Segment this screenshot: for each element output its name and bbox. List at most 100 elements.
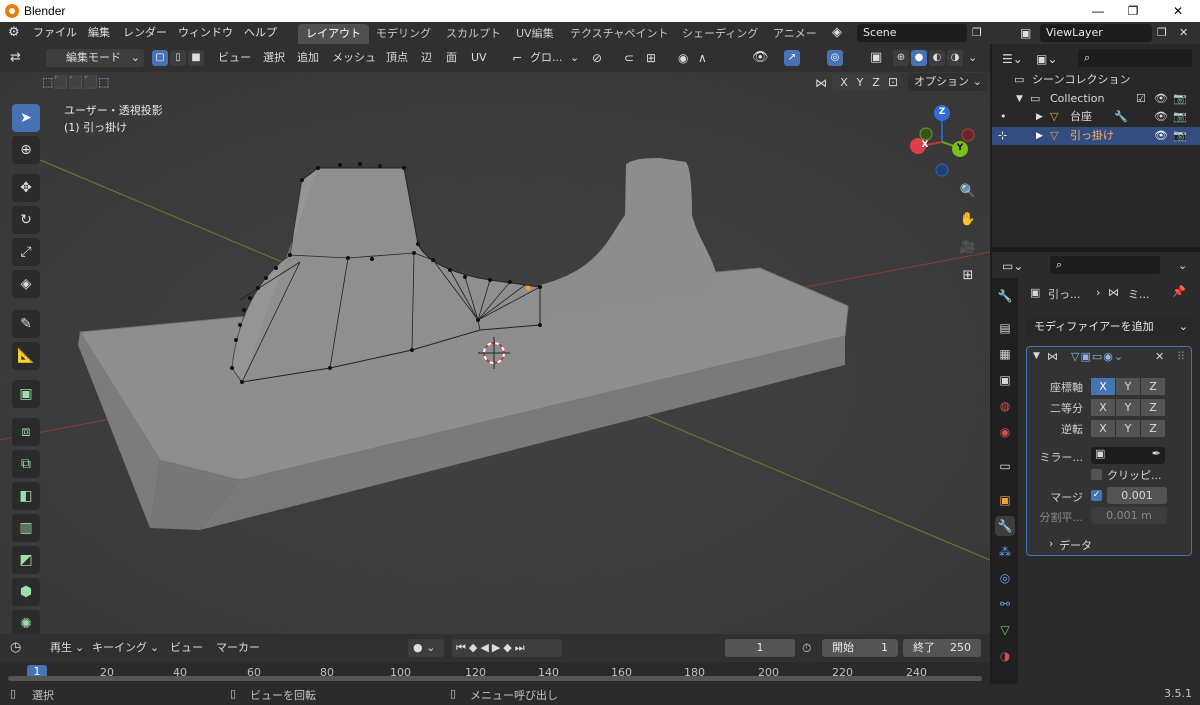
mirror-z-toggle[interactable]: Z — [864, 74, 888, 91]
start-frame-field[interactable]: 開始 1 — [822, 639, 898, 657]
bisect-z-toggle[interactable]: Z — [1141, 399, 1165, 416]
face-select-icon[interactable]: ■ — [188, 50, 204, 66]
flip-y-toggle[interactable]: Y — [1116, 420, 1140, 437]
tab-texture-paint[interactable]: テクスチャペイント — [562, 24, 677, 44]
remove-viewlayer-icon[interactable]: ✕ — [1179, 25, 1188, 41]
new-viewlayer-icon[interactable]: ❐ — [1157, 25, 1167, 41]
record-icon[interactable]: ● ⌄ — [408, 639, 444, 657]
viewlayer-icon[interactable]: ▣ — [1020, 25, 1031, 41]
minimize-button[interactable]: — — [1078, 2, 1118, 20]
viewlayer-field[interactable]: ViewLayer — [1040, 24, 1152, 42]
camera-view-icon[interactable]: 🎥 — [956, 236, 980, 260]
outliner-search[interactable]: ⌕ — [1078, 49, 1192, 67]
flip-z-toggle[interactable]: Z — [1141, 420, 1165, 437]
eye-icon[interactable]: 👁 — [1154, 127, 1168, 145]
knife-tool-icon[interactable]: ◩ — [12, 546, 40, 574]
tab-sculpt[interactable]: スカルプト — [438, 24, 509, 44]
playback-controls-icon[interactable]: ⏮◆◀▶◆⏭ — [452, 639, 562, 657]
snap-icon[interactable]: ⊂ — [624, 49, 634, 67]
scene-tab-icon[interactable]: ◍ — [995, 396, 1015, 416]
gizmo-z-label[interactable]: Z — [935, 107, 949, 117]
wireframe-shading-icon[interactable]: ⊕ — [893, 50, 909, 66]
pin-icon[interactable]: 📌 — [1172, 285, 1186, 298]
snap-target-icon[interactable]: ⊞ — [646, 49, 656, 67]
falloff-icon[interactable]: ∧ — [698, 49, 707, 67]
data-subpanel-label[interactable]: データ — [1059, 537, 1092, 553]
vertex-select-icon[interactable]: ▢ — [152, 50, 168, 66]
tab-shading[interactable]: シェーディング — [674, 24, 766, 44]
extrude-tool-icon[interactable]: ⧈ — [12, 418, 40, 446]
gizmo-toggle-icon[interactable]: ↗ — [784, 50, 800, 66]
pan-hand-icon[interactable]: ✋ — [956, 208, 980, 232]
axis-y-toggle[interactable]: Y — [1116, 378, 1140, 395]
xray-icon[interactable]: ▣ — [870, 49, 882, 67]
menu-vertex[interactable]: 頂点 — [386, 49, 408, 67]
timeline-editor-icon[interactable]: ◷ — [10, 639, 21, 657]
chevron-right-icon[interactable]: › — [1049, 537, 1053, 550]
menu-render[interactable]: レンダー — [123, 25, 167, 41]
poly-build-tool-icon[interactable]: ⬢ — [12, 578, 40, 606]
auto-merge-icon[interactable]: ⊡ — [888, 75, 898, 89]
eyedropper-icon[interactable]: ✒ — [1152, 447, 1161, 460]
tool-tab-icon[interactable]: 🔧 — [995, 286, 1015, 306]
keying-menu[interactable]: キーイング — [92, 639, 147, 657]
scene-field[interactable]: Scene — [857, 24, 967, 42]
tab-uv-edit[interactable]: UV編集 — [508, 24, 562, 44]
rendered-shading-icon[interactable]: ◑ — [947, 50, 963, 66]
flip-x-toggle[interactable]: X — [1091, 420, 1115, 437]
chevron-down-icon[interactable]: ⌄ — [570, 49, 579, 67]
modifier-tab-icon[interactable]: 🔧 — [995, 516, 1015, 536]
properties-editor-icon[interactable]: ▭⌄ — [1002, 257, 1023, 275]
menu-mesh[interactable]: メッシュ — [332, 49, 376, 67]
chevron-down-icon[interactable]: ⌄ — [1178, 257, 1187, 275]
scale-tool-icon[interactable]: ⤢ — [12, 238, 40, 266]
menu-add[interactable]: 追加 — [297, 49, 319, 67]
close-button[interactable]: ✕ — [1158, 2, 1198, 20]
pivot-icon[interactable]: ⊘ — [592, 49, 602, 67]
overlay-toggle-icon[interactable]: ◎ — [827, 50, 843, 66]
orientation-icon[interactable]: ⌐ — [512, 49, 522, 67]
marker-menu[interactable]: マーカー — [216, 639, 260, 657]
proportional-edit-icon[interactable]: ◉ — [678, 49, 688, 67]
inset-tool-icon[interactable]: ⧉ — [12, 450, 40, 478]
rotate-tool-icon[interactable]: ↻ — [12, 206, 40, 234]
axis-x-toggle[interactable]: X — [1091, 378, 1115, 395]
material-shading-icon[interactable]: ◐ — [929, 50, 945, 66]
annotate-tool-icon[interactable]: ✎ — [12, 310, 40, 338]
modifier-toggles-icon[interactable]: ▽▣▭◉⌄ — [1071, 350, 1124, 363]
cursor-tool-icon[interactable]: ⊕ — [12, 136, 40, 164]
editor-type-icon[interactable]: ⇄ — [10, 49, 21, 67]
constraints-tab-icon[interactable]: ⚯ — [995, 594, 1015, 614]
mode-dropdown[interactable]: 編集モード ⌄ — [46, 49, 144, 67]
loop-cut-tool-icon[interactable]: ▥ — [12, 514, 40, 542]
playback-menu[interactable]: 再生 — [50, 639, 72, 657]
scene-selector-icon[interactable]: ◈ — [832, 25, 842, 41]
display-mode-icon[interactable]: ▣⌄ — [1036, 50, 1057, 68]
subdiv-field[interactable]: 0.001 m — [1091, 507, 1167, 524]
camera-icon[interactable]: 📷 — [1173, 90, 1187, 108]
chevron-down-icon[interactable]: ⌄ — [968, 49, 977, 67]
material-tab-icon[interactable]: ◑ — [995, 646, 1015, 666]
outliner-item-hook[interactable]: ⊹ ▶ ▽ 引っ掛け 👁 📷 — [992, 127, 1200, 145]
menu-uv[interactable]: UV — [471, 49, 487, 67]
bisect-y-toggle[interactable]: Y — [1116, 399, 1140, 416]
merge-checkbox[interactable]: ✓ — [1091, 490, 1102, 501]
chevron-down-icon[interactable]: ⌄ — [150, 639, 159, 657]
wrench-icon[interactable]: 🔧 — [1114, 108, 1128, 126]
camera-icon[interactable]: 📷 — [1173, 108, 1187, 126]
particles-tab-icon[interactable]: ⁂ — [995, 542, 1015, 562]
properties-search[interactable]: ⌕ — [1050, 256, 1160, 274]
edge-select-icon[interactable]: ▯ — [170, 50, 186, 66]
options-dropdown[interactable]: オプション ⌄ — [908, 73, 987, 91]
chevron-down-icon[interactable]: ⌄ — [75, 639, 84, 657]
physics-tab-icon[interactable]: ◎ — [995, 568, 1015, 588]
spin-tool-icon[interactable]: ✺ — [12, 610, 40, 634]
select-tool-icon[interactable]: ➤ — [12, 104, 40, 132]
scene-collection-row[interactable]: ▭ シーンコレクション — [992, 71, 1200, 89]
menu-window[interactable]: ウィンドウ — [178, 25, 233, 41]
new-scene-icon[interactable]: ❐ — [972, 25, 982, 41]
axis-z-toggle[interactable]: Z — [1141, 378, 1165, 395]
menu-face[interactable]: 面 — [446, 49, 457, 67]
data-tab-icon[interactable]: ▽ — [995, 620, 1015, 640]
timeline-view-menu[interactable]: ビュー — [170, 639, 203, 657]
